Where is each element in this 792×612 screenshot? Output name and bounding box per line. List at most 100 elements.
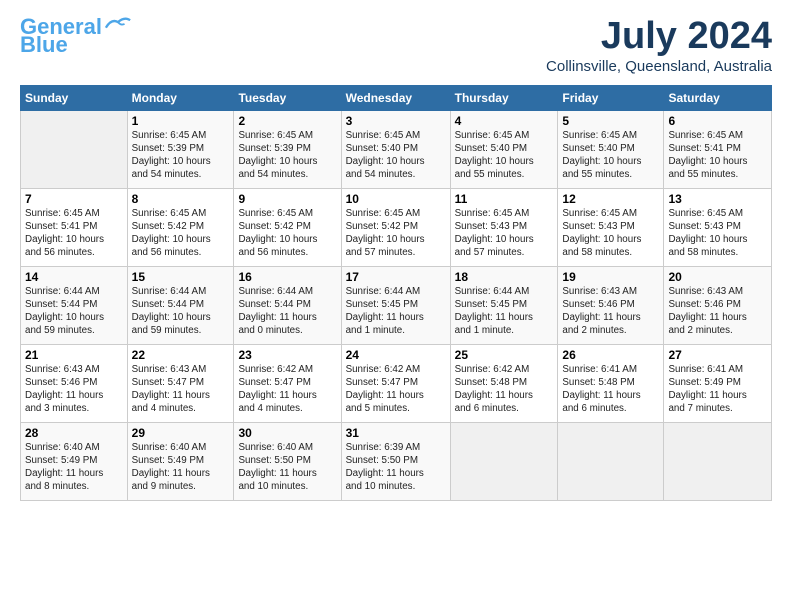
header-wednesday: Wednesday [341,85,450,110]
day-info: Sunrise: 6:44 AMSunset: 5:44 PMDaylight:… [25,285,123,338]
table-row: 19Sunrise: 6:43 AMSunset: 5:46 PMDayligh… [558,266,664,344]
calendar-week-row: 21Sunrise: 6:43 AMSunset: 5:46 PMDayligh… [21,344,772,422]
table-row: 27Sunrise: 6:41 AMSunset: 5:49 PMDayligh… [664,344,772,422]
day-number: 3 [346,114,446,128]
day-number: 12 [562,192,659,206]
table-row: 29Sunrise: 6:40 AMSunset: 5:49 PMDayligh… [127,422,234,500]
location: Collinsville, Queensland, Australia [546,58,772,75]
header-thursday: Thursday [450,85,558,110]
day-number: 27 [668,348,767,362]
day-number: 8 [132,192,230,206]
day-info: Sunrise: 6:45 AMSunset: 5:42 PMDaylight:… [346,207,446,260]
day-number: 28 [25,426,123,440]
day-info: Sunrise: 6:41 AMSunset: 5:48 PMDaylight:… [562,363,659,416]
table-row: 8Sunrise: 6:45 AMSunset: 5:42 PMDaylight… [127,188,234,266]
day-number: 20 [668,270,767,284]
day-info: Sunrise: 6:45 AMSunset: 5:39 PMDaylight:… [238,129,336,182]
table-row [21,110,128,188]
day-info: Sunrise: 6:42 AMSunset: 5:47 PMDaylight:… [346,363,446,416]
table-row: 24Sunrise: 6:42 AMSunset: 5:47 PMDayligh… [341,344,450,422]
day-info: Sunrise: 6:44 AMSunset: 5:44 PMDaylight:… [238,285,336,338]
day-info: Sunrise: 6:45 AMSunset: 5:39 PMDaylight:… [132,129,230,182]
table-row: 28Sunrise: 6:40 AMSunset: 5:49 PMDayligh… [21,422,128,500]
day-info: Sunrise: 6:45 AMSunset: 5:43 PMDaylight:… [668,207,767,260]
table-row: 26Sunrise: 6:41 AMSunset: 5:48 PMDayligh… [558,344,664,422]
day-info: Sunrise: 6:45 AMSunset: 5:41 PMDaylight:… [25,207,123,260]
table-row: 25Sunrise: 6:42 AMSunset: 5:48 PMDayligh… [450,344,558,422]
month-title: July 2024 [546,16,772,58]
day-number: 1 [132,114,230,128]
header-monday: Monday [127,85,234,110]
day-number: 26 [562,348,659,362]
table-row: 21Sunrise: 6:43 AMSunset: 5:46 PMDayligh… [21,344,128,422]
day-info: Sunrise: 6:40 AMSunset: 5:49 PMDaylight:… [132,441,230,494]
table-row: 6Sunrise: 6:45 AMSunset: 5:41 PMDaylight… [664,110,772,188]
header-friday: Friday [558,85,664,110]
day-number: 16 [238,270,336,284]
day-number: 24 [346,348,446,362]
calendar-table: Sunday Monday Tuesday Wednesday Thursday… [20,85,772,501]
day-number: 31 [346,426,446,440]
day-info: Sunrise: 6:44 AMSunset: 5:45 PMDaylight:… [346,285,446,338]
page-header: General Blue July 2024 Collinsville, Que… [20,16,772,75]
table-row: 2Sunrise: 6:45 AMSunset: 5:39 PMDaylight… [234,110,341,188]
table-row: 10Sunrise: 6:45 AMSunset: 5:42 PMDayligh… [341,188,450,266]
day-number: 13 [668,192,767,206]
table-row: 11Sunrise: 6:45 AMSunset: 5:43 PMDayligh… [450,188,558,266]
day-number: 5 [562,114,659,128]
header-tuesday: Tuesday [234,85,341,110]
day-number: 17 [346,270,446,284]
day-info: Sunrise: 6:40 AMSunset: 5:50 PMDaylight:… [238,441,336,494]
table-row: 13Sunrise: 6:45 AMSunset: 5:43 PMDayligh… [664,188,772,266]
day-number: 29 [132,426,230,440]
table-row: 22Sunrise: 6:43 AMSunset: 5:47 PMDayligh… [127,344,234,422]
day-info: Sunrise: 6:43 AMSunset: 5:46 PMDaylight:… [668,285,767,338]
table-row [664,422,772,500]
day-number: 23 [238,348,336,362]
day-number: 7 [25,192,123,206]
day-number: 21 [25,348,123,362]
table-row: 23Sunrise: 6:42 AMSunset: 5:47 PMDayligh… [234,344,341,422]
day-number: 18 [455,270,554,284]
table-row: 31Sunrise: 6:39 AMSunset: 5:50 PMDayligh… [341,422,450,500]
day-info: Sunrise: 6:42 AMSunset: 5:47 PMDaylight:… [238,363,336,416]
day-info: Sunrise: 6:44 AMSunset: 5:44 PMDaylight:… [132,285,230,338]
day-info: Sunrise: 6:45 AMSunset: 5:42 PMDaylight:… [238,207,336,260]
day-info: Sunrise: 6:45 AMSunset: 5:43 PMDaylight:… [562,207,659,260]
day-number: 6 [668,114,767,128]
day-number: 14 [25,270,123,284]
calendar-week-row: 14Sunrise: 6:44 AMSunset: 5:44 PMDayligh… [21,266,772,344]
day-info: Sunrise: 6:44 AMSunset: 5:45 PMDaylight:… [455,285,554,338]
table-row: 7Sunrise: 6:45 AMSunset: 5:41 PMDaylight… [21,188,128,266]
day-info: Sunrise: 6:45 AMSunset: 5:40 PMDaylight:… [562,129,659,182]
table-row: 17Sunrise: 6:44 AMSunset: 5:45 PMDayligh… [341,266,450,344]
table-row: 30Sunrise: 6:40 AMSunset: 5:50 PMDayligh… [234,422,341,500]
table-row: 9Sunrise: 6:45 AMSunset: 5:42 PMDaylight… [234,188,341,266]
calendar-header-row: Sunday Monday Tuesday Wednesday Thursday… [21,85,772,110]
table-row: 20Sunrise: 6:43 AMSunset: 5:46 PMDayligh… [664,266,772,344]
logo: General Blue [20,16,132,56]
day-info: Sunrise: 6:40 AMSunset: 5:49 PMDaylight:… [25,441,123,494]
day-number: 15 [132,270,230,284]
day-info: Sunrise: 6:45 AMSunset: 5:42 PMDaylight:… [132,207,230,260]
day-number: 25 [455,348,554,362]
day-number: 22 [132,348,230,362]
day-info: Sunrise: 6:43 AMSunset: 5:47 PMDaylight:… [132,363,230,416]
calendar-week-row: 28Sunrise: 6:40 AMSunset: 5:49 PMDayligh… [21,422,772,500]
day-info: Sunrise: 6:43 AMSunset: 5:46 PMDaylight:… [25,363,123,416]
table-row: 15Sunrise: 6:44 AMSunset: 5:44 PMDayligh… [127,266,234,344]
table-row: 14Sunrise: 6:44 AMSunset: 5:44 PMDayligh… [21,266,128,344]
day-info: Sunrise: 6:45 AMSunset: 5:40 PMDaylight:… [455,129,554,182]
day-info: Sunrise: 6:45 AMSunset: 5:41 PMDaylight:… [668,129,767,182]
day-number: 11 [455,192,554,206]
title-section: July 2024 Collinsville, Queensland, Aust… [546,16,772,75]
logo-blue: Blue [20,34,68,56]
table-row: 5Sunrise: 6:45 AMSunset: 5:40 PMDaylight… [558,110,664,188]
table-row: 4Sunrise: 6:45 AMSunset: 5:40 PMDaylight… [450,110,558,188]
day-info: Sunrise: 6:42 AMSunset: 5:48 PMDaylight:… [455,363,554,416]
table-row: 1Sunrise: 6:45 AMSunset: 5:39 PMDaylight… [127,110,234,188]
table-row: 18Sunrise: 6:44 AMSunset: 5:45 PMDayligh… [450,266,558,344]
table-row [450,422,558,500]
header-saturday: Saturday [664,85,772,110]
day-number: 10 [346,192,446,206]
